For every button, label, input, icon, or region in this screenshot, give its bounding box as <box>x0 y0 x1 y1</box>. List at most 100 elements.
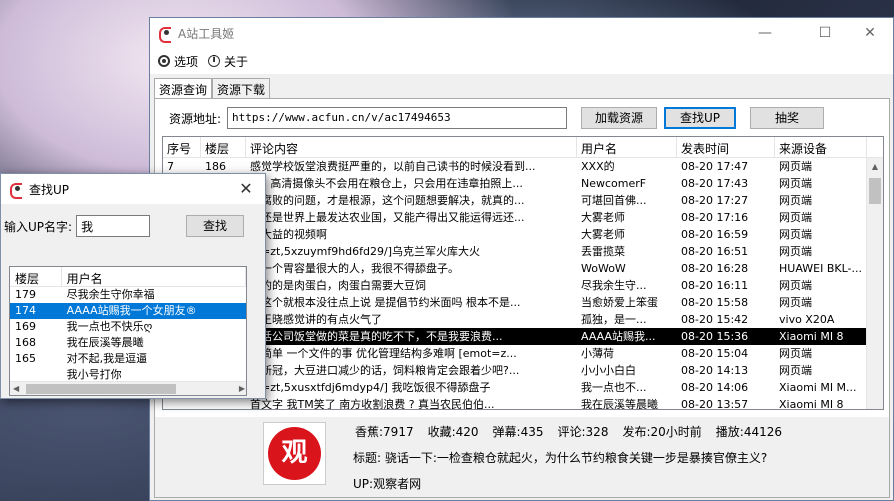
lottery-button[interactable]: 抽奖 <box>750 107 824 129</box>
table-row[interactable]: 有大益的视频啊 大雾老师 08-20 16:59 网页端 <box>163 226 883 243</box>
table-cell: Xiaomi MI M... <box>779 381 857 394</box>
dialog-input-row: 输入UP名字: 我 <box>4 215 151 237</box>
tab-strip: 资源查询 资源下载 <box>154 78 271 99</box>
stat-published: 发布:20小时前 <box>622 425 702 439</box>
scroll-thumb[interactable] <box>869 178 881 204</box>
find-up-button[interactable]: 查找UP <box>664 107 736 129</box>
main-titlebar[interactable]: A站工具姬 — ☐ ✕ <box>150 18 893 48</box>
table-cell: 我在辰溪等晨曦 <box>581 398 658 410</box>
table-row[interactable]: ot=zt,5xzuymf9hd6fd29/]乌克兰军火库大火 丢雷揽菜 08-20… <box>163 243 883 260</box>
table-cell: 08-20 16:51 <box>681 245 749 258</box>
list-vertical-scrollbar[interactable]: ▲ <box>866 158 883 409</box>
table-row[interactable]: 于腐败的问题，才是根源，这个问题想要解决，就真的... 可堪回首佛... 08-20… <box>163 192 883 209</box>
up-name-input[interactable]: 我 <box>76 215 151 237</box>
dialog-search-button[interactable]: 查找 <box>186 215 244 237</box>
table-cell: Xiaomi MI 8 <box>779 330 844 343</box>
dialog-input-label: 输入UP名字: <box>4 219 73 234</box>
list-item[interactable]: 179 尽我余生守你幸福 <box>10 287 246 303</box>
video-cover: 观 <box>263 422 326 485</box>
table-cell: 首文字 我TM笑了 南方收割浪费 ? 真当农民伯伯... <box>250 398 495 410</box>
dlg-col-floor[interactable]: 楼层 <box>10 267 62 286</box>
list-cell: 169 <box>15 320 36 333</box>
list-item[interactable]: 169 我一点也不快乐ღ <box>10 319 246 335</box>
dialog-close-button[interactable]: ✕ <box>231 174 261 204</box>
table-row[interactable]: 首文字 我TM笑了 南方收割浪费 ? 真当农民伯伯... 我在辰溪等晨曦 08-20… <box>163 396 883 410</box>
dialog-titlebar[interactable]: 查找UP ✕ <box>1 174 265 204</box>
video-title: 标题: 骁话一下:一检查粮仓就起火，为什么节约粮食关键一步是暴揍官僚主义? <box>353 451 768 465</box>
dialog-title: 查找UP <box>29 182 70 197</box>
list-cell: 我在辰溪等晨曦 <box>66 336 144 349</box>
col-content[interactable]: 评论内容 <box>246 137 577 157</box>
col-device[interactable]: 来源设备 <box>775 137 867 157</box>
table-cell: 网页端 <box>779 279 812 292</box>
maximize-button[interactable]: ☐ <box>802 18 848 48</box>
table-cell: 08-20 13:57 <box>681 398 749 410</box>
table-cell: 08-20 15:36 <box>681 330 749 343</box>
video-up: UP:观察者网 <box>353 477 422 491</box>
address-input[interactable]: https://www.acfun.cn/v/ac17494653 <box>227 107 568 129</box>
table-cell: vivo X20A <box>779 313 835 326</box>
table-row[interactable]: 胡王晓感觉讲的有点火气了 孤独，是一... 08-20 15:42 vivo X20A <box>163 311 883 328</box>
scroll-up-icon[interactable]: ▲ <box>867 158 883 175</box>
table-cell: 于腐败的问题，才是根源，这个问题想要解决，就真的... <box>250 194 525 207</box>
table-row[interactable]: 7 186 感觉学校饭堂浪费挺严重的，以前自己读书的时候没看到... XXX的 08-2… <box>163 158 883 175</box>
comment-list[interactable]: 序号 楼层 评论内容 用户名 发表时间 来源设备 7 186 感觉学校饭堂浪费挺严重… <box>162 136 884 410</box>
table-cell: 网页端 <box>779 228 812 241</box>
dialog-scroll-thumb[interactable] <box>26 384 176 394</box>
up-result-rows: 179 尽我余生守你幸福 174 AAAA站赐我一个女朋友® 169 我一点也不快乐ღ 16… <box>10 287 246 383</box>
guancha-logo-icon: 观 <box>268 427 321 480</box>
tab-resource-download[interactable]: 资源下载 <box>212 78 271 98</box>
table-row[interactable]: 觉这个就根本没往点上说 是提倡节约米面吗 根本不是... 当愈娇爱上笨蛋 08-20… <box>163 294 883 311</box>
close-button[interactable]: ✕ <box>847 18 893 48</box>
scroll-right-icon[interactable]: ▶ <box>239 382 245 395</box>
table-row[interactable]: 实话公司饭堂做的菜是真的吃不下，不是我要浪费... AAAA站赐我... 08-20… <box>163 328 883 345</box>
menu-about[interactable]: i 关于 <box>208 53 248 70</box>
table-cell: 节约的是肉蛋白，肉蛋白需要大豆饲 <box>250 279 426 292</box>
stat-danmaku: 弹幕:435 <box>492 425 544 439</box>
table-row[interactable]: ot=zt,5xusxtfdj6mdyp4/] 我吃饭很不得舔盘子 我一点也不..… <box>163 379 883 396</box>
table-row[interactable]: 年新冠，大豆进口减少的话，饲料粮肯定会跟着少吧?... 小小小白白 08-20 14… <box>163 362 883 379</box>
table-row[interactable]: 为一个胃容量很大的人，我很不得舔盘子。 WoWoW 08-20 16:28 HUAWE… <box>163 260 883 277</box>
table-cell: 为一个胃容量很大的人，我很不得舔盘子。 <box>250 262 459 275</box>
stat-favorites: 收藏:420 <box>427 425 479 439</box>
dialog-horizontal-scrollbar[interactable]: ◀ ▶ <box>10 381 246 395</box>
table-cell: 当愈娇爱上笨蛋 <box>581 296 658 309</box>
list-item[interactable]: 168 我在辰溪等晨曦 <box>10 335 246 351</box>
menu-options[interactable]: 选项 <box>158 53 198 70</box>
table-row[interactable]: 多简单 一个文件的事 优化管理结构多难啊 [emot=z... 小薄荷 08-20 … <box>163 345 883 362</box>
list-cell: 尽我余生守你幸福 <box>66 288 155 301</box>
table-row[interactable]: 么? 高清摄像头不会用在粮仓上，只会用在违章拍照上... NewcomerF 08-… <box>163 175 883 192</box>
col-time[interactable]: 发表时间 <box>677 137 775 157</box>
stat-comments: 评论:328 <box>557 425 609 439</box>
list-item[interactable]: 174 AAAA站赐我一个女朋友® <box>10 303 246 319</box>
table-row[interactable]: 国还是世界上最发达农业国，又能产得出又能运得远还... 大雾老师 08-20 17:… <box>163 209 883 226</box>
table-row[interactable]: 节约的是肉蛋白，肉蛋白需要大豆饲 尽我余生守... 08-20 16:11 网页端 <box>163 277 883 294</box>
col-floor[interactable]: 楼层 <box>201 137 246 157</box>
table-cell: 网页端 <box>779 364 812 377</box>
table-cell: 大雾老师 <box>581 228 625 241</box>
table-cell: 小薄荷 <box>581 347 614 360</box>
scroll-left-icon[interactable]: ◀ <box>13 382 19 395</box>
load-resource-button[interactable]: 加载资源 <box>581 107 657 129</box>
minimize-button[interactable]: — <box>742 18 788 48</box>
table-cell: 孤独，是一... <box>581 313 647 326</box>
col-index[interactable]: 序号 <box>163 137 201 157</box>
tab-resource-query[interactable]: 资源查询 <box>154 78 213 99</box>
table-cell: 网页端 <box>779 160 812 173</box>
up-result-list[interactable]: 楼层 用户名 179 尽我余生守你幸福 174 AAAA站赐我一个女朋友® 169 我一点… <box>9 266 247 396</box>
list-cell: 对不起,我是逗逼 <box>66 352 148 365</box>
table-cell: 网页端 <box>779 194 812 207</box>
up-result-header: 楼层 用户名 <box>10 267 246 287</box>
address-row: 资源地址: https://www.acfun.cn/v/ac17494653 <box>169 107 568 129</box>
comment-list-header: 序号 楼层 评论内容 用户名 发表时间 来源设备 <box>163 137 883 158</box>
col-username[interactable]: 用户名 <box>577 137 677 157</box>
dlg-col-username[interactable]: 用户名 <box>62 267 246 286</box>
list-item[interactable]: 165 对不起,我是逗逼 <box>10 351 246 367</box>
window-title: A站工具姬 <box>178 26 235 41</box>
list-cell: 165 <box>15 352 36 365</box>
table-cell: XXX的 <box>581 160 615 173</box>
app-icon <box>158 26 172 43</box>
list-cell: 174 <box>15 304 36 317</box>
table-cell: HUAWEI BKL-... <box>779 262 862 275</box>
table-cell: 08-20 16:11 <box>681 279 749 292</box>
